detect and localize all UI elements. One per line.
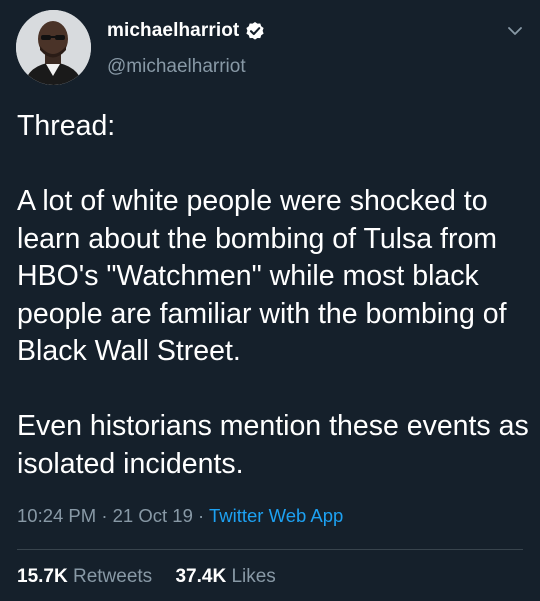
likes-label: Likes: [231, 566, 276, 587]
thread-intro: Thread:: [17, 110, 116, 142]
meta-separator: ·: [101, 505, 108, 526]
retweets-label: Retweets: [72, 566, 153, 587]
chevron-down-icon[interactable]: [506, 22, 524, 40]
username-handle[interactable]: @michaelharriot: [107, 56, 246, 78]
retweets-count: 15.7K: [17, 566, 68, 587]
likes-stat[interactable]: 37.4K Likes: [175, 566, 275, 587]
meta-separator: ·: [198, 505, 205, 526]
source-app-link[interactable]: Twitter Web App: [209, 505, 343, 526]
tweet-text: Thread: A lot of white people were shock…: [17, 108, 532, 483]
tweet-paragraph-1: A lot of white people were shocked to le…: [17, 185, 507, 367]
tweet-card: michaelharriot @michaelharriot Thread: A…: [0, 0, 540, 601]
display-name[interactable]: michaelharriot: [107, 20, 265, 42]
avatar[interactable]: [16, 10, 91, 85]
tweet-paragraph-2: Even historians mention these events as …: [17, 410, 529, 480]
tweet-time[interactable]: 10:24 PM: [17, 505, 96, 526]
engagement-stats: 15.7K Retweets 37.4K Likes: [17, 566, 294, 588]
tweet-date[interactable]: 21 Oct 19: [113, 505, 193, 526]
tweet-metadata: 10:24 PM · 21 Oct 19 · Twitter Web App: [17, 505, 343, 527]
divider: [17, 549, 523, 550]
likes-count: 37.4K: [175, 566, 227, 587]
verified-badge-icon: [245, 21, 265, 41]
display-name-text: michaelharriot: [107, 20, 240, 41]
retweets-stat[interactable]: 15.7K Retweets: [17, 566, 157, 587]
